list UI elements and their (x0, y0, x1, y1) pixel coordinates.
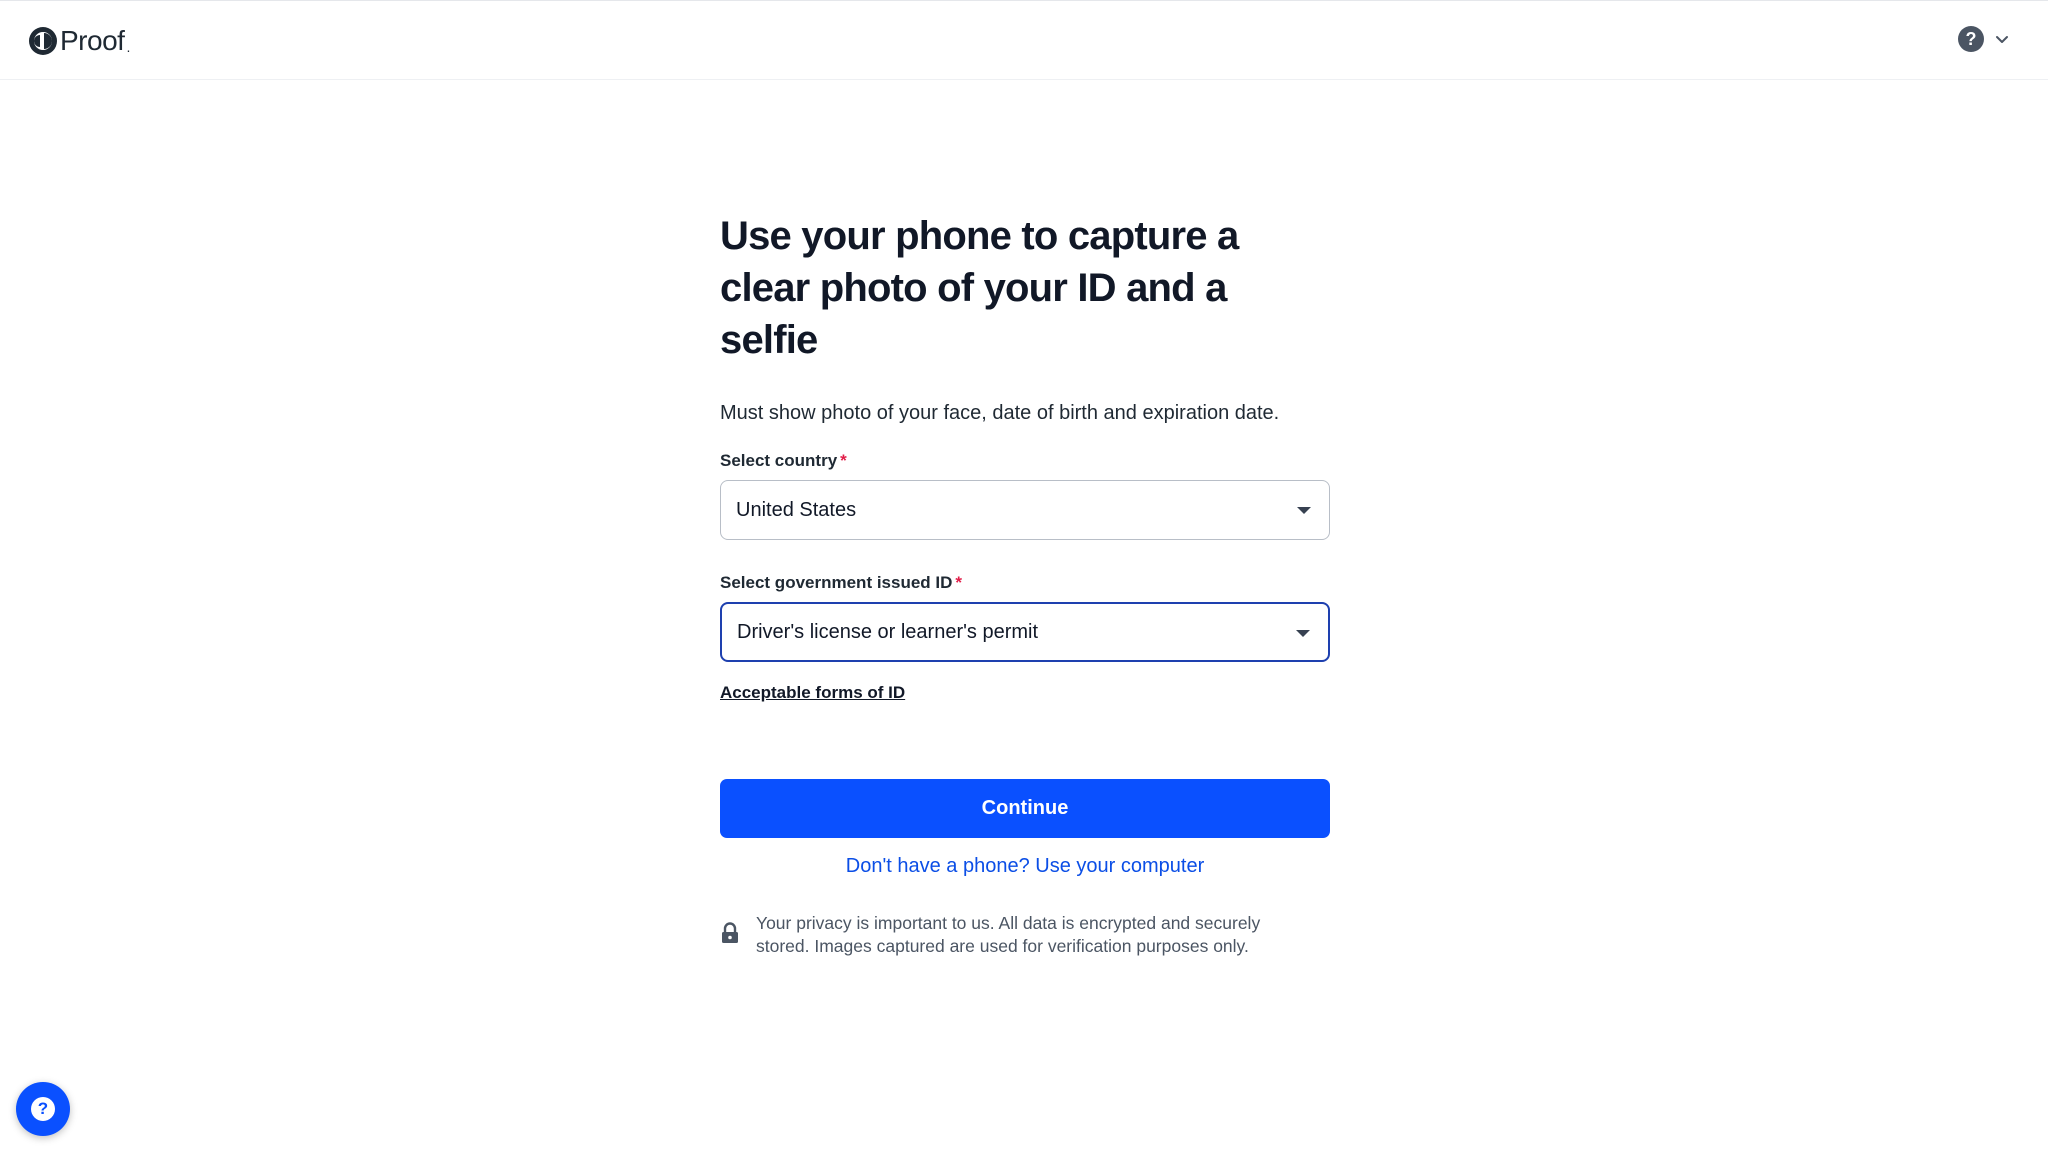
required-asterisk: * (840, 451, 847, 470)
continue-button[interactable]: Continue (720, 779, 1330, 838)
help-menu-button[interactable]: ? (1958, 23, 2010, 55)
help-circle-icon: ? (1958, 26, 1984, 52)
id-type-label-text: Select government issued ID (720, 573, 953, 592)
proof-logo-icon (29, 27, 57, 55)
page-subtitle: Must show photo of your face, date of bi… (720, 402, 1280, 424)
country-select-value: United States (736, 498, 857, 521)
acceptable-forms-link[interactable]: Acceptable forms of ID (720, 683, 905, 703)
lock-icon (722, 922, 738, 943)
id-capture-form: Use your phone to capture a clear photo … (720, 210, 1330, 956)
support-chat-button[interactable]: ? (16, 1082, 70, 1136)
caret-down-icon (1296, 630, 1310, 637)
use-computer-link[interactable]: Don't have a phone? Use your computer (720, 855, 1330, 878)
proof-logo[interactable]: Proof. (28, 23, 130, 59)
country-label-text: Select country (720, 451, 838, 470)
required-asterisk: * (955, 573, 963, 592)
caret-down-icon (1297, 507, 1311, 514)
id-type-select-value: Driver's license or learner's permit (737, 620, 1039, 643)
privacy-text: Your privacy is important to us. All dat… (756, 913, 1261, 956)
help-chat-icon: ? (31, 1097, 55, 1121)
id-type-label: Select government issued ID * (720, 572, 1330, 594)
logo-dot: . (126, 39, 131, 55)
logo-wordmark: Proof (60, 25, 125, 56)
id-type-select[interactable]: Driver's license or learner's permit (720, 602, 1330, 662)
country-label: Select country * (720, 450, 1330, 472)
top-bar: Proof. ? (0, 0, 2048, 80)
country-select[interactable]: United States (720, 480, 1330, 540)
chevron-down-icon (1996, 36, 2008, 43)
page-title: Use your phone to capture a clear photo … (720, 214, 1239, 362)
privacy-notice: Your privacy is important to us. All dat… (720, 912, 1330, 958)
